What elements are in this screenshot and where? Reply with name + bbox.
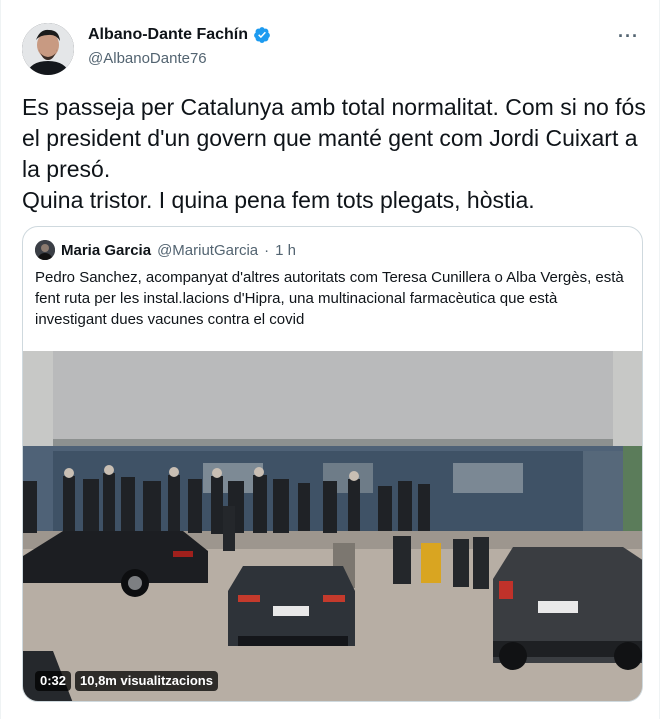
quoted-author-handle[interactable]: @MariutGarcia <box>157 242 258 259</box>
quoted-text: Pedro Sanchez, acompanyat d'altres autor… <box>35 269 624 328</box>
author-name[interactable]: Albano-Dante Fachín <box>88 26 248 44</box>
quoted-header: Maria Garcia @MariutGarcia · 1 h <box>35 240 296 260</box>
tweet[interactable]: Albano-Dante Fachín @AlbanoDante76 ··· E… <box>0 0 660 719</box>
author-name-row[interactable]: Albano-Dante Fachín <box>88 26 271 44</box>
video-player[interactable]: 0:32 10,8m visualitzacions <box>23 351 642 701</box>
quoted-author-name[interactable]: Maria Garcia <box>61 242 151 259</box>
separator-dot: · <box>264 241 270 259</box>
quoted-timestamp[interactable]: 1 h <box>275 242 296 259</box>
tweet-text: Es passeja per Catalunya amb total norma… <box>22 94 646 213</box>
verified-badge-icon <box>253 26 271 44</box>
more-options-icon[interactable]: ··· <box>618 26 639 47</box>
video-views-badge: 10,8m visualitzacions <box>75 671 218 691</box>
quoted-tweet[interactable]: Maria Garcia @MariutGarcia · 1 h Pedro S… <box>22 226 643 702</box>
author-avatar[interactable] <box>22 23 74 75</box>
quoted-author-avatar[interactable] <box>35 240 55 260</box>
video-frame <box>23 351 642 701</box>
video-duration-badge: 0:32 <box>35 671 72 691</box>
author-handle[interactable]: @AlbanoDante76 <box>88 50 207 67</box>
